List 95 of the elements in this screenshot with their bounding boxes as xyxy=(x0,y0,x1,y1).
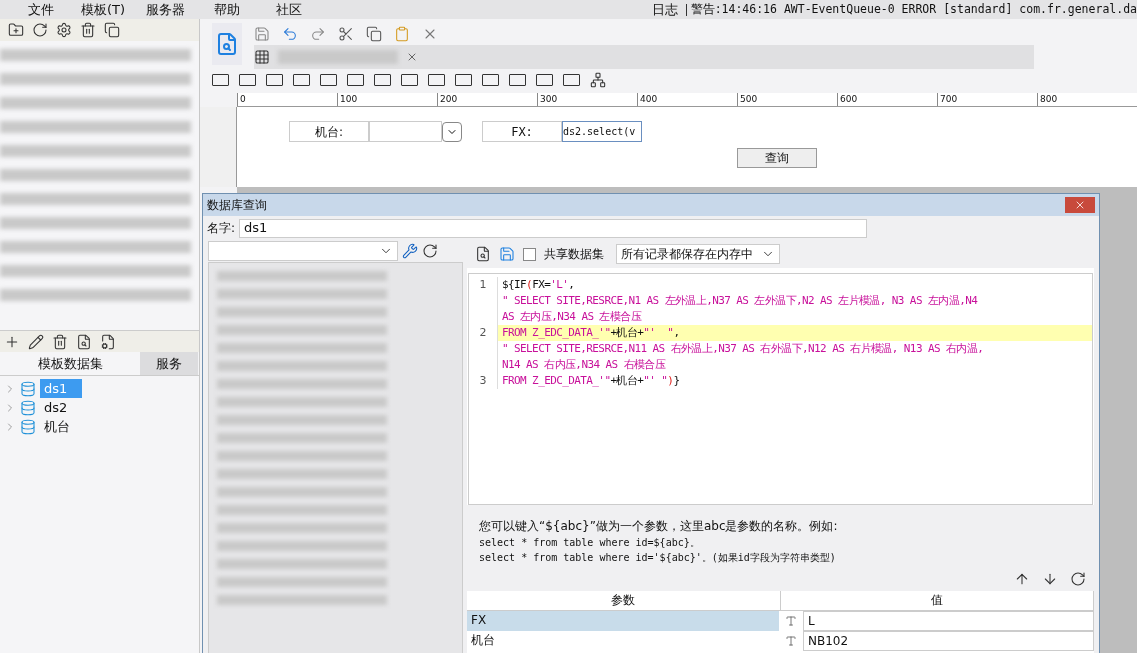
copy-icon[interactable] xyxy=(104,22,120,38)
form-label: FX: xyxy=(482,121,562,142)
text-type-icon[interactable] xyxy=(785,635,797,647)
ruler-label: 300 xyxy=(537,93,637,106)
code-line: N14 AS 右内压,N34 AS 右模合压 xyxy=(497,356,666,374)
undo-icon[interactable] xyxy=(282,26,298,42)
code-line: FROM Z_EDC_DATA_'"+机台+"' ")} xyxy=(497,372,680,390)
widget-icon[interactable] xyxy=(293,74,310,86)
dialog-title: 数据库查询 xyxy=(207,197,267,214)
menu-item[interactable]: 帮助 xyxy=(196,0,258,20)
ruler-label: 200 xyxy=(437,93,537,106)
share-checkbox[interactable] xyxy=(523,247,536,261)
param-value[interactable]: NB102 xyxy=(803,631,1094,651)
delete-icon[interactable] xyxy=(80,22,96,38)
widget-icon[interactable] xyxy=(401,74,418,86)
hint-text: select * from table where id=${abc}。 xyxy=(479,536,701,550)
line-number: 2 xyxy=(479,325,487,341)
param-value[interactable]: L xyxy=(803,611,1094,631)
new-folder-icon[interactable] xyxy=(8,22,24,38)
hint-text: select * from table where id='${abc}'。(如果id字段为字符串类型) xyxy=(479,551,837,565)
cut-icon[interactable] xyxy=(338,26,354,42)
text-field[interactable]: ds2.select(v xyxy=(562,121,642,142)
widget-icon[interactable] xyxy=(509,74,526,86)
close-icon[interactable] xyxy=(1074,199,1086,211)
name-label: 名字: xyxy=(207,220,236,237)
share-label: 共享数据集 xyxy=(544,246,604,263)
code-line: ${IF(FX='L', xyxy=(497,276,575,294)
ruler-label: 700 xyxy=(937,93,1037,106)
storage-select[interactable]: 所有记录都保存在内存中 xyxy=(616,244,780,264)
move-down-icon[interactable] xyxy=(1042,571,1058,587)
widget-icon[interactable] xyxy=(347,74,364,86)
close-tab-icon[interactable] xyxy=(406,51,418,63)
code-line: " SELECT SITE,RESRCE,N1 AS 左外温上,N37 AS 左外温下,N2 AS 左片模温, N3 AS 左内温,N4 xyxy=(497,292,978,310)
column-header: 参数 xyxy=(467,591,781,610)
dataset-settings-icon[interactable] xyxy=(100,333,116,350)
wrench-icon[interactable] xyxy=(402,243,418,259)
widget-icon[interactable] xyxy=(212,74,229,86)
edit-icon[interactable] xyxy=(28,333,44,350)
redo-icon[interactable] xyxy=(310,26,326,42)
sql-editor[interactable] xyxy=(468,273,1093,505)
delete-icon[interactable] xyxy=(52,333,68,350)
code-line: " SELECT SITE,RESRCE,N11 AS 右外温上,N37 AS 右外温下,N12 AS 右片模温, N13 AS 右内温, xyxy=(497,340,984,358)
text-type-icon[interactable] xyxy=(785,615,797,627)
refresh-icon[interactable] xyxy=(32,22,48,38)
widget-icon[interactable] xyxy=(239,74,256,86)
ruler-label: 100 xyxy=(337,93,437,106)
storage-value: 所有记录都保存在内存中 xyxy=(621,246,753,263)
menu-item[interactable]: 模板(T) xyxy=(72,0,134,20)
widget-icon[interactable] xyxy=(536,74,553,86)
menu-item[interactable]: 服务器 xyxy=(134,0,196,20)
menu-item[interactable]: 社区 xyxy=(258,0,320,20)
column-header: 值 xyxy=(780,591,1094,610)
close-button[interactable] xyxy=(1065,197,1095,213)
param-name[interactable]: FX xyxy=(467,611,779,631)
dataset-item[interactable]: 机台 xyxy=(40,416,74,437)
widget-icon[interactable] xyxy=(428,74,445,86)
ruler-label: 0 xyxy=(237,93,337,106)
ruler-label: 600 xyxy=(837,93,937,106)
save-icon[interactable] xyxy=(499,246,515,262)
combo-field[interactable] xyxy=(369,121,442,142)
ruler-label: 800 xyxy=(1037,93,1137,106)
log-message: 警告:14:46:16 AWT-EventQueue-0 ERROR [standard] com.fr.general.da xyxy=(690,0,1137,18)
widget-icon[interactable] xyxy=(563,74,580,86)
tree-widget-icon[interactable] xyxy=(590,72,606,88)
refresh-icon[interactable] xyxy=(422,243,438,259)
dropdown-icon[interactable] xyxy=(442,121,462,142)
widget-icon[interactable] xyxy=(482,74,499,86)
hint-text: 您可以键入“${abc}”做为一个参数，这里abc是参数的名称。例如: xyxy=(479,518,839,535)
move-up-icon[interactable] xyxy=(1014,571,1030,587)
widget-icon[interactable] xyxy=(455,74,472,86)
refresh-icon[interactable] xyxy=(1070,571,1086,587)
copy-icon[interactable] xyxy=(366,26,382,42)
widget-icon[interactable] xyxy=(320,74,337,86)
preview-icon[interactable] xyxy=(475,246,491,262)
ruler-label: 500 xyxy=(737,93,837,106)
settings-icon[interactable] xyxy=(56,22,72,38)
ruler-label: 400 xyxy=(637,93,737,106)
widget-icon[interactable] xyxy=(374,74,391,86)
save-icon[interactable] xyxy=(254,26,270,42)
database-icon[interactable] xyxy=(20,380,36,397)
name-field[interactable]: ds1 xyxy=(239,218,868,238)
line-number: 1 xyxy=(479,277,487,293)
dataset-item[interactable]: ds2 xyxy=(40,397,72,418)
widget-icon[interactable] xyxy=(266,74,283,86)
database-icon[interactable] xyxy=(20,418,36,435)
code-line: FROM Z_EDC_DATA_'"+机台+"' ", xyxy=(497,324,680,342)
panel-tab[interactable]: 服务 xyxy=(140,352,198,375)
query-button[interactable]: 查询 xyxy=(737,148,817,168)
grid-icon[interactable] xyxy=(254,49,270,65)
log-label[interactable]: 日志 xyxy=(651,0,678,20)
line-number: 3 xyxy=(479,373,487,389)
menu-item[interactable]: 文件 xyxy=(10,0,72,20)
preview-icon[interactable] xyxy=(76,333,92,350)
form-label: 机台: xyxy=(289,121,369,142)
database-icon[interactable] xyxy=(20,399,36,416)
